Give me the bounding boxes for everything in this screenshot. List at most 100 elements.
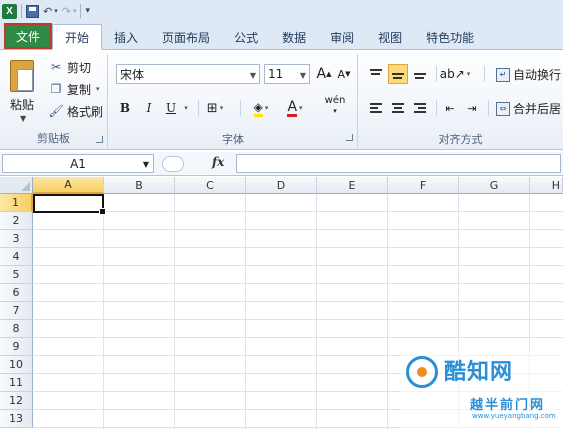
active-cell[interactable]	[33, 194, 106, 215]
qat-separator	[80, 4, 82, 18]
underline-button[interactable]: U	[162, 98, 180, 118]
tab-data[interactable]: 数据	[270, 25, 318, 49]
align-top-button[interactable]	[366, 64, 386, 84]
column-header-d[interactable]: D	[246, 177, 317, 194]
redo-button[interactable]: ↷ ▾	[62, 2, 77, 20]
copy-dropdown-icon: ▾	[96, 85, 100, 93]
align-center-button[interactable]	[388, 98, 408, 118]
tab-review[interactable]: 审阅	[318, 25, 366, 49]
column-header-e[interactable]: E	[317, 177, 388, 194]
tab-file[interactable]: 文件	[4, 23, 53, 49]
font-color-button[interactable]: A ▾	[282, 98, 308, 118]
align-right-button[interactable]	[410, 98, 430, 118]
merge-center-button[interactable]: ⇔ 合并后居	[496, 100, 561, 117]
paste-dropdown-icon[interactable]: ▼	[20, 114, 26, 123]
font-name-select[interactable]: 宋体 ▼	[116, 64, 260, 84]
scissors-icon: ✂	[50, 60, 62, 74]
wrap-text-button[interactable]: ↵ 自动换行	[496, 66, 561, 83]
italic-button[interactable]: I	[140, 98, 158, 118]
increase-indent-icon: ⇥	[467, 101, 477, 115]
save-button[interactable]	[26, 2, 39, 20]
align-top-icon	[370, 69, 382, 79]
decrease-indent-button[interactable]: ⇤	[440, 98, 460, 118]
name-box[interactable]: A1 ▼	[2, 154, 154, 173]
row-header-12[interactable]: 12	[0, 392, 33, 410]
align-middle-button[interactable]	[388, 64, 408, 84]
font-name-value: 宋体	[120, 67, 145, 82]
align-bottom-button[interactable]	[410, 64, 430, 84]
row-header-2[interactable]: 2	[0, 212, 33, 230]
row-header-9[interactable]: 9	[0, 338, 33, 356]
qat-separator	[21, 4, 22, 18]
grow-font-button[interactable]: A ▲	[314, 64, 334, 84]
text-orientation-icon: ab↗	[439, 67, 465, 81]
tab-formulas[interactable]: 公式	[222, 25, 270, 49]
paste-icon[interactable]	[10, 60, 34, 92]
paste-button[interactable]: 粘贴	[10, 96, 34, 113]
column-header-g[interactable]: G	[459, 177, 530, 194]
row-header-7[interactable]: 7	[0, 302, 33, 320]
align-left-icon	[370, 103, 382, 113]
font-separator	[198, 100, 199, 116]
row-header-8[interactable]: 8	[0, 320, 33, 338]
phonetic-button[interactable]: wén ▾	[320, 96, 350, 116]
orientation-button[interactable]: ab↗ ▾	[439, 64, 471, 84]
column-header-b[interactable]: B	[104, 177, 175, 194]
undo-button[interactable]: ↶ ▾	[43, 2, 58, 20]
format-painter-label: 格式刷	[67, 104, 104, 119]
watermark-logo-icon	[406, 356, 438, 388]
tab-insert[interactable]: 插入	[102, 25, 150, 49]
brush-icon: 🖌	[48, 104, 64, 118]
shrink-font-button[interactable]: A ▼	[334, 64, 354, 84]
watermark: 酷知网 越半前门网 www.yueyangbang.com	[400, 350, 563, 429]
merge-cells-icon: ⇔	[496, 101, 510, 116]
font-dialog-launcher-icon[interactable]	[346, 134, 353, 141]
insert-function-button[interactable]: fx	[212, 155, 224, 169]
row-header-1[interactable]: 1	[0, 194, 33, 212]
column-header-c[interactable]: C	[175, 177, 246, 194]
row-header-13[interactable]: 13	[0, 410, 33, 428]
column-header-h[interactable]: H	[530, 177, 563, 194]
align-separator	[488, 100, 489, 116]
customize-qat-button[interactable]: ▾	[85, 2, 90, 20]
fill-color-button[interactable]: ◈ ▾	[248, 98, 274, 118]
undo-icon: ↶	[43, 4, 53, 18]
row-header-6[interactable]: 6	[0, 284, 33, 302]
format-painter-button[interactable]: 🖌 格式刷	[48, 102, 103, 120]
phonetic-icon: wén	[324, 95, 346, 106]
row-header-4[interactable]: 4	[0, 248, 33, 266]
undo-dropdown-icon: ▾	[54, 7, 58, 15]
underline-dropdown-icon[interactable]: ▾	[180, 98, 190, 118]
align-center-icon	[392, 103, 404, 113]
bold-button[interactable]: B	[116, 98, 134, 118]
formula-expand-handle[interactable]	[162, 156, 184, 172]
tab-page-layout[interactable]: 页面布局	[150, 25, 222, 49]
align-left-button[interactable]	[366, 98, 386, 118]
excel-app-icon[interactable]: X	[2, 3, 17, 19]
cut-button[interactable]: ✂ 剪切	[48, 58, 91, 76]
tab-special-features[interactable]: 特色功能	[414, 25, 486, 49]
row-header-10[interactable]: 10	[0, 356, 33, 374]
row-header-3[interactable]: 3	[0, 230, 33, 248]
column-header-f[interactable]: F	[388, 177, 459, 194]
font-size-select[interactable]: 11 ▼	[264, 64, 310, 84]
borders-button[interactable]: ⊞ ▾	[204, 98, 226, 118]
clipboard-dialog-launcher-icon[interactable]	[96, 136, 103, 143]
merge-center-label: 合并后居	[513, 102, 562, 116]
column-header-a[interactable]: A	[33, 177, 104, 194]
decrease-indent-icon: ⇤	[445, 101, 455, 115]
redo-dropdown-icon: ▾	[72, 7, 77, 15]
increase-indent-button[interactable]: ⇥	[462, 98, 482, 118]
row-header-5[interactable]: 5	[0, 266, 33, 284]
select-all-button[interactable]	[0, 177, 33, 194]
font-color-icon: A	[287, 98, 298, 117]
align-separator	[436, 66, 437, 82]
copy-button[interactable]: ❐ 复制 ▾	[48, 80, 100, 98]
tab-home[interactable]: 开始	[52, 24, 103, 50]
align-right-icon	[414, 103, 426, 113]
chevron-down-icon: ▼	[142, 160, 149, 169]
watermark-url: www.yueyangbang.com	[472, 412, 556, 420]
tab-view[interactable]: 视图	[366, 25, 414, 49]
row-header-11[interactable]: 11	[0, 374, 33, 392]
formula-input[interactable]	[236, 154, 561, 173]
